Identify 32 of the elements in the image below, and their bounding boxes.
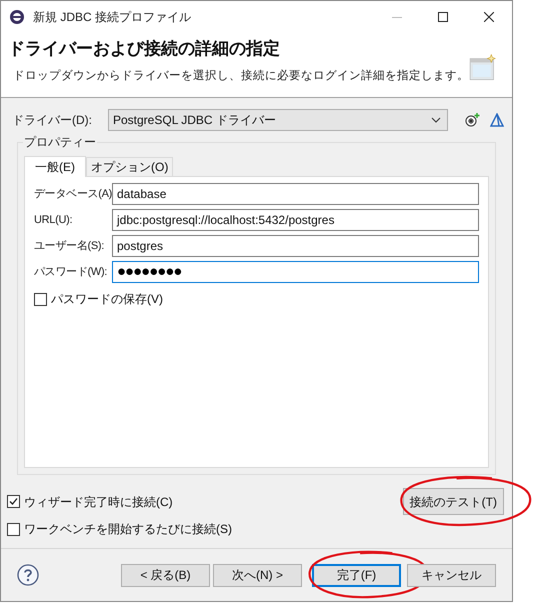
input-field[interactable]: jdbc:postgresql://localhost:5432/postgres [112, 209, 479, 231]
window-title: 新規 JDBC 接続プロファイル [33, 9, 192, 26]
checkbox[interactable] [34, 292, 47, 306]
input-field[interactable]: postgres [112, 235, 479, 257]
triangle-icon[interactable] [490, 113, 504, 127]
app-icon [9, 9, 25, 25]
add-driver-icon[interactable] [464, 112, 480, 128]
page-description: ドロップダウンからドライバーを選択し、接続に必要なログイン詳細を指定します。 [13, 68, 469, 84]
page-title: ドライバーおよび接続の詳細の指定 [8, 38, 281, 60]
driver-label: ドライバー(D): [12, 112, 93, 129]
tab[interactable]: 一般(E) [24, 156, 86, 177]
password-field[interactable]: ●●●●●●●● [112, 261, 479, 283]
driver-dropdown[interactable]: PostgreSQL JDBC ドライバー [108, 109, 448, 131]
tab[interactable]: オプション(O) [86, 157, 174, 176]
field-label: パスワード(W): [34, 264, 108, 280]
dialog-button[interactable]: キャンセル [407, 564, 496, 586]
dialog-button[interactable]: 次へ(N) > [213, 564, 302, 586]
field-label: URL(U): [34, 212, 74, 228]
checkbox[interactable] [7, 522, 20, 536]
test-connection-button[interactable]: 接続のテスト(T) [402, 488, 504, 515]
field-label: ユーザー名(S): [34, 238, 106, 254]
dialog-button[interactable]: 完了(F) [312, 564, 401, 586]
close-icon[interactable] [484, 12, 494, 22]
chevron-down-icon [431, 117, 441, 123]
checkbox-label: ワークベンチを開始するたびに接続(S) [24, 521, 232, 538]
checkbox-label: パスワードの保存(V) [51, 291, 163, 308]
checkbox-label: ウィザード完了時に接続(C) [24, 494, 173, 510]
help-icon[interactable] [17, 564, 39, 586]
field-label: データベース(A): [34, 186, 112, 202]
checkbox[interactable] [7, 495, 20, 508]
dialog-button[interactable]: < 戻る(B) [121, 564, 210, 586]
input-field[interactable]: database [112, 183, 479, 205]
